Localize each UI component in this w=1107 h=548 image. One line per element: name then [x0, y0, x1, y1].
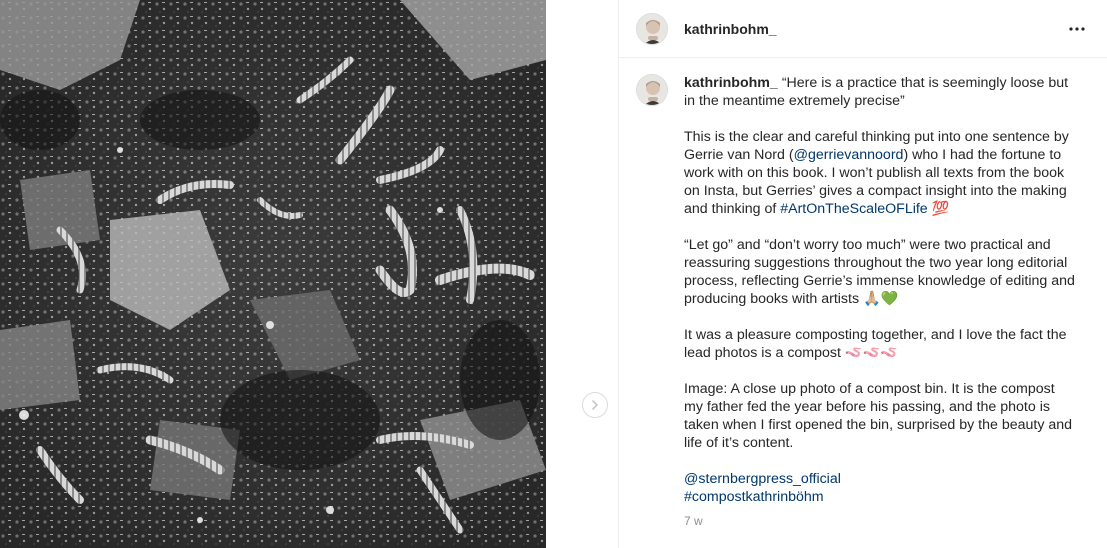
- profile-picture: [637, 75, 667, 105]
- post-side-panel: kathrinbohm_ kathrinbohm_ “Here is a prac…: [618, 0, 1107, 548]
- more-options-button[interactable]: [1065, 17, 1089, 41]
- pray-heart-emoji: 🙏🏼💚: [863, 291, 899, 307]
- more-options-icon: [1069, 26, 1085, 31]
- caption-paragraph-2: This is the clear and careful thinking p…: [684, 128, 1076, 218]
- caption-row: kathrinbohm_ “Here is a practice that is …: [619, 58, 1107, 530]
- publisher-mention-link[interactable]: @sternbergpress_official: [684, 471, 841, 487]
- caption-paragraph-4: It was a pleasure composting together, a…: [684, 326, 1076, 362]
- caption-text-segment: Image: A close up photo of a compost bin…: [684, 381, 1076, 451]
- header-username[interactable]: kathrinbohm_: [684, 21, 777, 37]
- hundred-points-emoji: 💯: [931, 201, 950, 217]
- caption-text: kathrinbohm_ “Here is a practice that is …: [684, 74, 1076, 530]
- worm-emoji: 🪱🪱🪱: [844, 345, 898, 361]
- carousel-next-button[interactable]: [582, 392, 608, 418]
- carousel-gap: [546, 0, 618, 548]
- caption-paragraph-5: Image: A close up photo of a compost bin…: [684, 380, 1076, 452]
- compost-photo: [0, 0, 546, 548]
- chevron-right-icon: [592, 400, 598, 410]
- caption-paragraph-6: @sternbergpress_official #compostkathrinb…: [684, 470, 1076, 506]
- post-timestamp[interactable]: 7 w: [684, 512, 703, 530]
- avatar[interactable]: [636, 12, 668, 45]
- mention-link[interactable]: @gerrievannoord: [794, 147, 904, 163]
- caption-paragraph-1: kathrinbohm_ “Here is a practice that is …: [684, 74, 1076, 110]
- profile-picture: [637, 13, 667, 44]
- post-header: kathrinbohm_: [619, 0, 1107, 58]
- caption-avatar[interactable]: [636, 74, 668, 106]
- post-image[interactable]: [0, 0, 546, 548]
- caption-username[interactable]: kathrinbohm_: [684, 75, 778, 91]
- caption-paragraph-3: “Let go” and “don’t worry too much” were…: [684, 236, 1076, 308]
- hashtag-compost-link[interactable]: #compostkathrinböhm: [684, 489, 824, 505]
- hashtag-link[interactable]: #ArtOnTheScaleOFLife: [780, 201, 927, 217]
